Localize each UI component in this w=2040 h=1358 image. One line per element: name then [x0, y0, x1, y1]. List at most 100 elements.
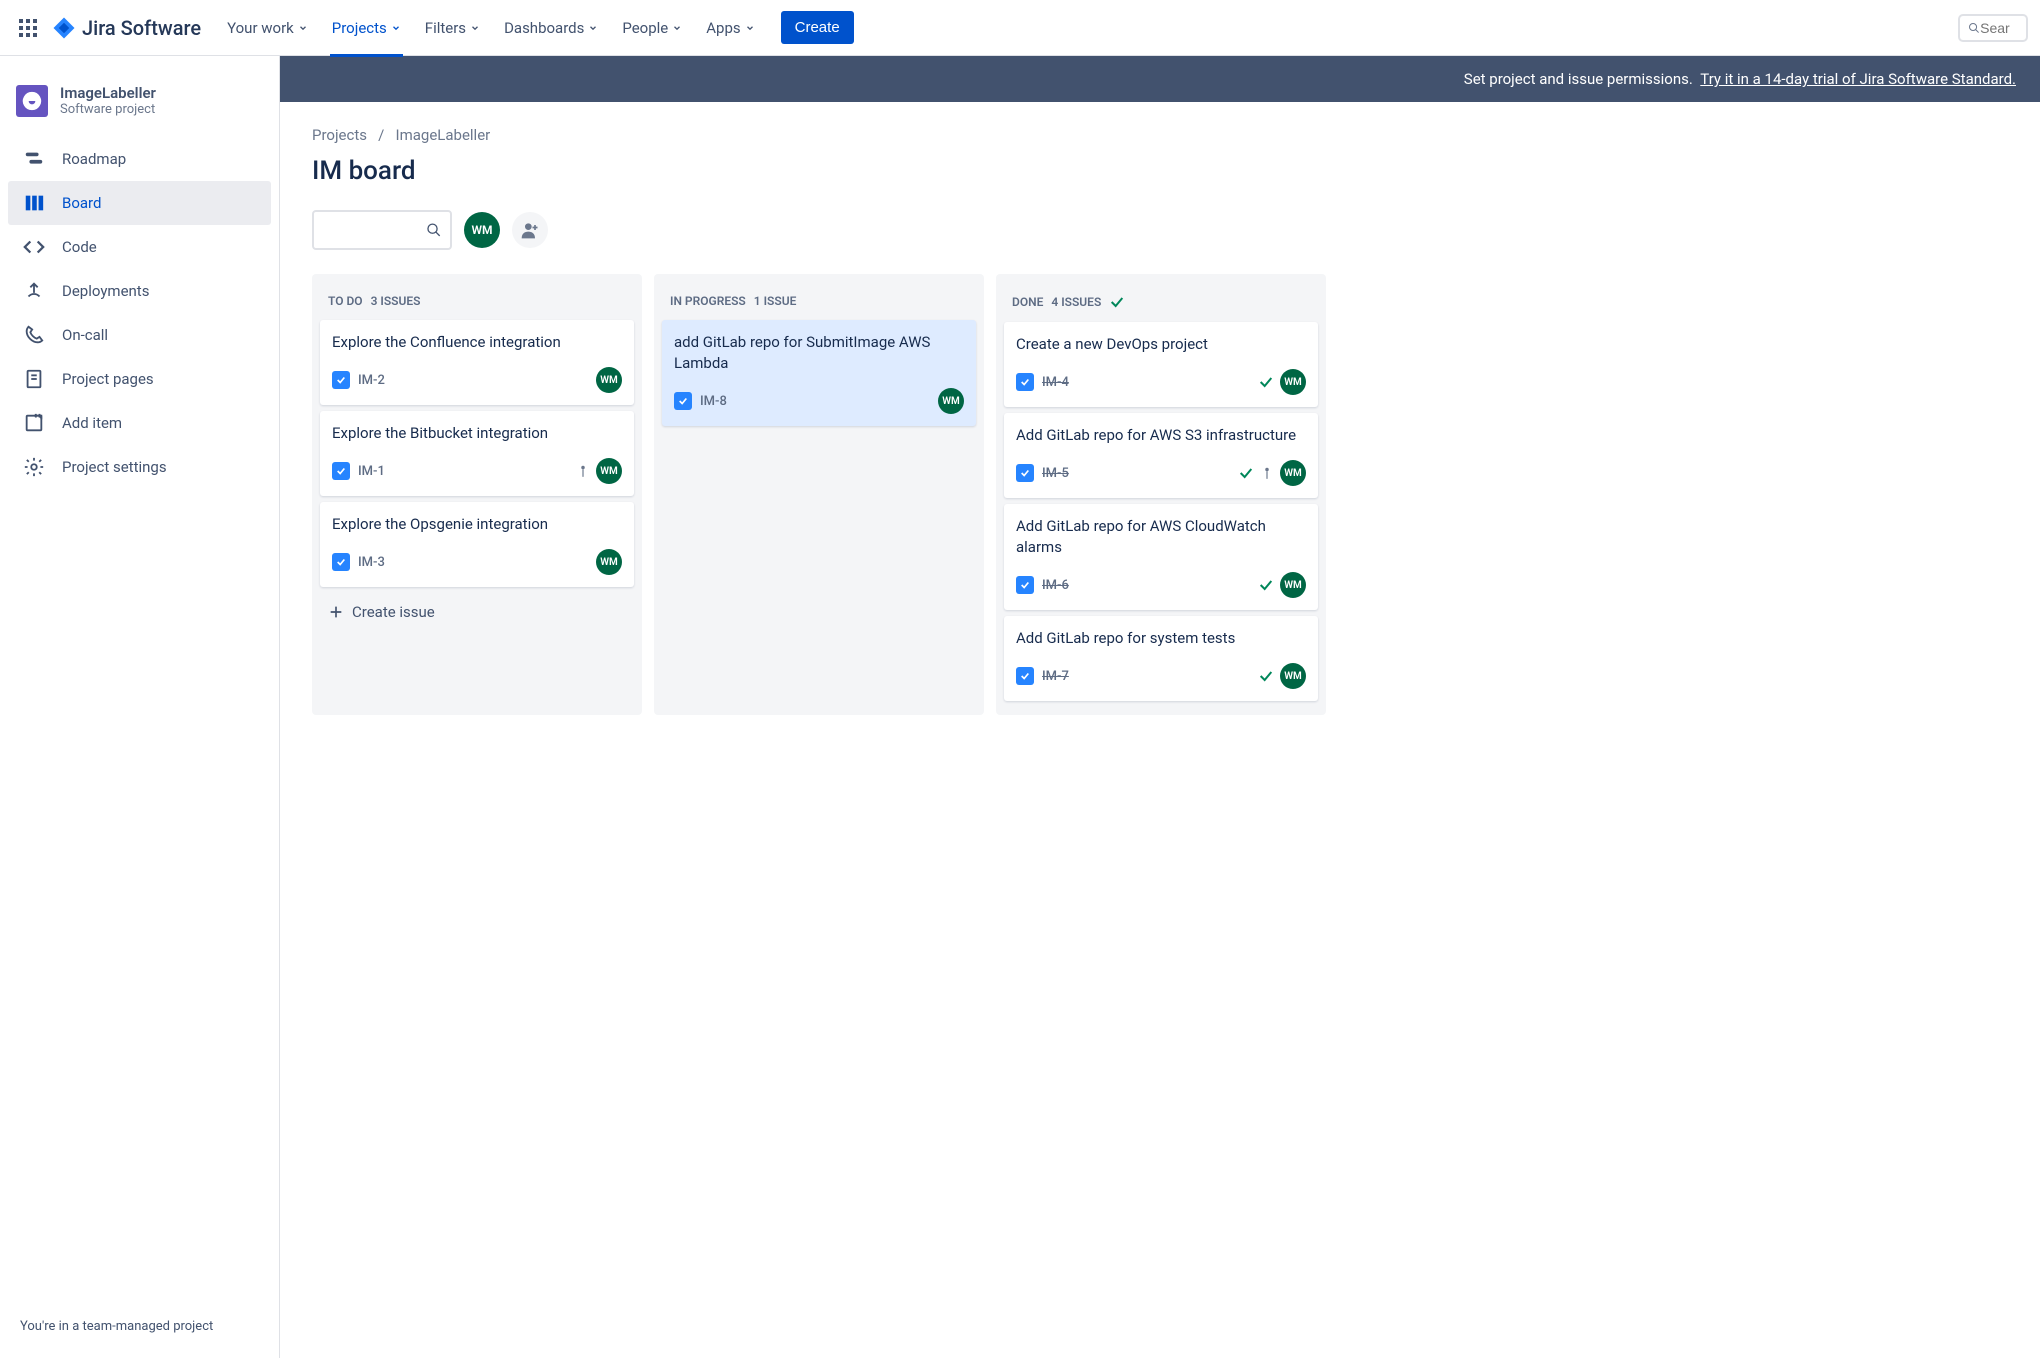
sidebar-menu: Roadmap Board Code Deployments On-call Projec… — [8, 137, 271, 489]
global-search-input[interactable] — [1980, 20, 2018, 36]
breadcrumb: Projects / ImageLabeller — [312, 126, 2008, 144]
oncall-icon — [22, 323, 46, 347]
sidebar-item-board[interactable]: Board — [8, 181, 271, 225]
issue-card[interactable]: Add GitLab repo for AWS S3 infrastructur… — [1004, 413, 1318, 498]
column-done: Done4 issuesCreate a new DevOps projectI… — [996, 274, 1326, 715]
issue-card[interactable]: Explore the Opsgenie integrationIM-3WM — [320, 502, 634, 587]
sidebar-footer: You're in a team-managed project — [8, 1307, 271, 1346]
done-check-icon — [1258, 374, 1274, 390]
sidebar-item-label: Board — [62, 194, 101, 212]
column-header[interactable]: In Progress 1 issue — [662, 282, 976, 320]
chevron-down-icon — [298, 23, 308, 33]
jira-logo[interactable]: Jira Software — [52, 16, 201, 40]
issue-card[interactable]: Add GitLab repo for AWS CloudWatch alarm… — [1004, 504, 1318, 610]
app-switcher-icon — [18, 18, 38, 38]
nav-item-apps[interactable]: Apps — [696, 11, 764, 45]
additem-icon — [22, 411, 46, 435]
assignee-avatar[interactable]: WM — [938, 388, 964, 414]
column-count: 4 issues — [1051, 295, 1101, 309]
assignee-avatar[interactable]: WM — [596, 549, 622, 575]
column-header[interactable]: To Do3 issues — [320, 282, 634, 320]
search-icon — [426, 221, 442, 239]
banner-text: Set project and issue permissions. — [1464, 70, 1693, 88]
project-header[interactable]: ImageLabeller Software project — [8, 76, 271, 125]
task-type-icon — [332, 553, 350, 571]
banner-link[interactable]: Try it in a 14-day trial of Jira Softwar… — [1700, 70, 2016, 88]
roadmap-icon — [22, 147, 46, 171]
done-check-icon — [1109, 294, 1125, 310]
issue-title: Add GitLab repo for AWS S3 infrastructur… — [1016, 425, 1306, 446]
issue-card[interactable]: Add GitLab repo for system testsIM-7WM — [1004, 616, 1318, 701]
issue-key: IM-3 — [358, 555, 385, 570]
column-count: 1 issue — [754, 294, 797, 308]
assignee-avatar[interactable]: WM — [1280, 572, 1306, 598]
nav-item-label: Dashboards — [504, 19, 584, 37]
column-name: Done — [1012, 295, 1043, 309]
issue-key: IM-7 — [1042, 669, 1069, 684]
breadcrumb-current[interactable]: ImageLabeller — [396, 126, 491, 144]
issue-card[interactable]: Explore the Bitbucket integrationIM-1WM — [320, 411, 634, 496]
assignee-avatar[interactable]: WM — [1280, 369, 1306, 395]
sidebar-item-code[interactable]: Code — [8, 225, 271, 269]
task-type-icon — [1016, 576, 1034, 594]
sidebar-item-label: Deployments — [62, 282, 149, 300]
add-person-icon — [520, 220, 540, 240]
task-type-icon — [332, 462, 350, 480]
nav-item-filters[interactable]: Filters — [415, 11, 490, 45]
add-people-button[interactable] — [512, 212, 548, 248]
deployments-icon — [22, 279, 46, 303]
nav-item-label: Projects — [332, 19, 387, 37]
breadcrumb-root[interactable]: Projects — [312, 126, 367, 144]
create-issue-label: Create issue — [352, 603, 435, 621]
nav-item-people[interactable]: People — [612, 11, 692, 45]
chevron-down-icon — [672, 23, 682, 33]
page-title: IM board — [312, 156, 2008, 186]
assignee-avatar[interactable]: WM — [596, 458, 622, 484]
issue-card[interactable]: Explore the Confluence integrationIM-2WM — [320, 320, 634, 405]
sidebar-item-add-item[interactable]: Add item — [8, 401, 271, 445]
issue-key: IM-8 — [700, 394, 727, 409]
jira-logo-icon — [52, 16, 76, 40]
issue-card[interactable]: Create a new DevOps projectIM-4WM — [1004, 322, 1318, 407]
column-name: In Progress — [670, 294, 746, 308]
issue-key: IM-2 — [358, 373, 385, 388]
nav-item-your-work[interactable]: Your work — [217, 11, 318, 45]
done-check-icon — [1258, 577, 1274, 593]
done-check-icon — [1258, 668, 1274, 684]
user-avatar[interactable]: WM — [464, 212, 500, 248]
sidebar-item-deployments[interactable]: Deployments — [8, 269, 271, 313]
app-switcher-button[interactable] — [12, 12, 44, 44]
assignee-avatar[interactable]: WM — [1280, 663, 1306, 689]
project-icon — [16, 85, 48, 117]
sidebar-item-label: Roadmap — [62, 150, 126, 168]
issue-title: Create a new DevOps project — [1016, 334, 1306, 355]
issue-title: Explore the Bitbucket integration — [332, 423, 622, 444]
create-button[interactable]: Create — [781, 11, 854, 44]
sidebar-item-label: Project settings — [62, 458, 167, 476]
chevron-down-icon — [470, 23, 480, 33]
board-search-input[interactable] — [322, 223, 426, 238]
column-in-progress: In Progress 1 issue add GitLab repo for Su… — [654, 274, 984, 715]
sidebar-item-project-pages[interactable]: Project pages — [8, 357, 271, 401]
pages-icon — [22, 367, 46, 391]
column-header[interactable]: Done 4 issues — [1004, 282, 1318, 322]
nav-item-dashboards[interactable]: Dashboards — [494, 11, 608, 45]
assignee-avatar[interactable]: WM — [1280, 460, 1306, 486]
sidebar-item-label: Project pages — [62, 370, 154, 388]
assignee-avatar[interactable]: WM — [596, 367, 622, 393]
sidebar-item-label: On-call — [62, 326, 108, 344]
create-issue-button[interactable]: Create issue — [320, 593, 634, 631]
project-name: ImageLabeller — [60, 84, 156, 102]
search-icon — [1968, 20, 1980, 36]
issue-card[interactable]: add GitLab repo for SubmitImage AWS Lamb… — [662, 320, 976, 426]
nav-item-projects[interactable]: Projects — [322, 11, 411, 45]
global-search[interactable] — [1958, 14, 2028, 42]
sidebar-item-label: Code — [62, 238, 97, 256]
chevron-down-icon — [745, 23, 755, 33]
nav-item-label: Your work — [227, 19, 294, 37]
sidebar-item-project-settings[interactable]: Project settings — [8, 445, 271, 489]
nav-item-label: Filters — [425, 19, 466, 37]
sidebar-item-on-call[interactable]: On-call — [8, 313, 271, 357]
sidebar-item-roadmap[interactable]: Roadmap — [8, 137, 271, 181]
board-search[interactable] — [312, 210, 452, 250]
